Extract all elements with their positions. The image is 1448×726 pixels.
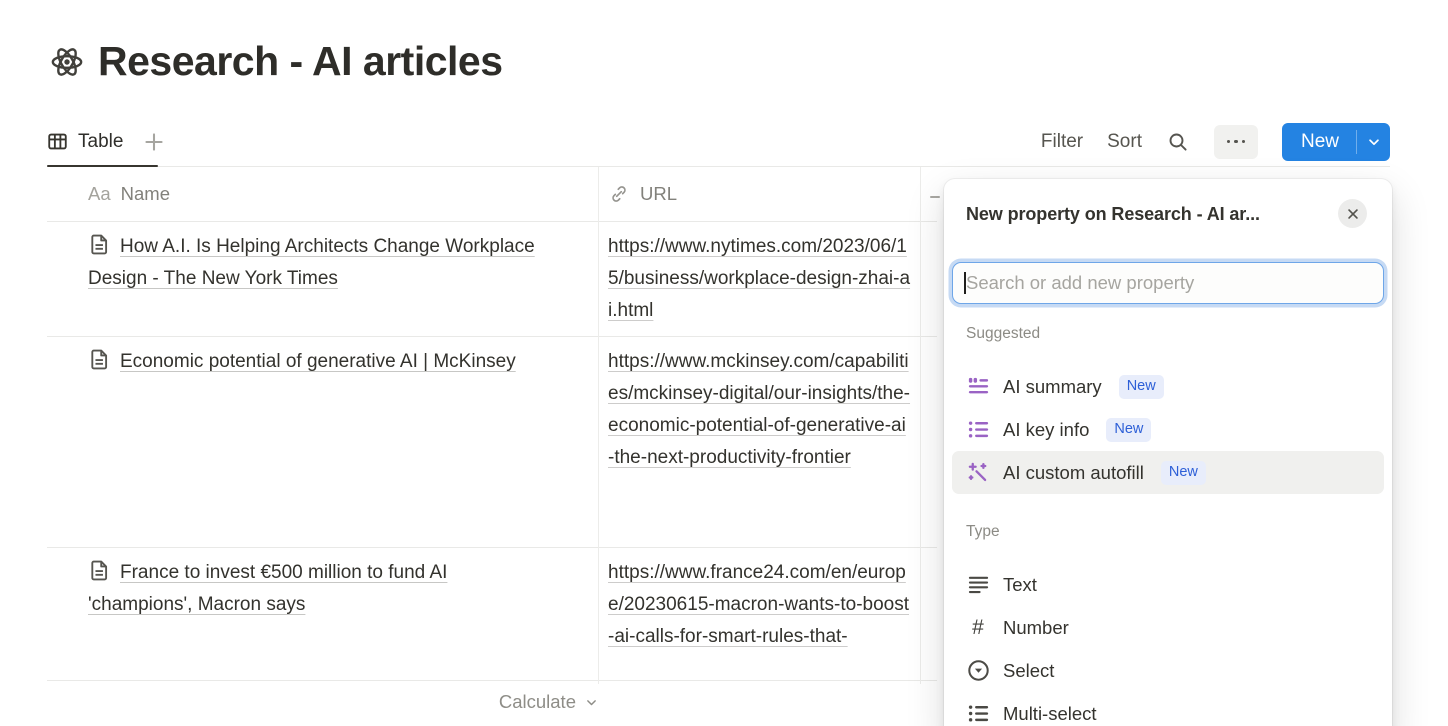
calculate-footer[interactable]: Calculate: [47, 685, 598, 713]
add-view-button[interactable]: [143, 131, 165, 153]
sort-button[interactable]: Sort: [1107, 131, 1142, 153]
calculate-label: Calculate: [499, 691, 576, 713]
ai-summary-icon: [966, 375, 990, 399]
page-icon: [88, 233, 111, 256]
table-row: Economic potential of generative AI | Mc…: [47, 337, 937, 548]
notion-database-page: Research - AI articles Table: [0, 0, 1448, 726]
new-badge: New: [1106, 418, 1151, 442]
text-caret: [964, 272, 966, 294]
dot: [1242, 140, 1246, 144]
page-icon: [88, 559, 111, 582]
url-cell[interactable]: https://www.nytimes.com/2023/06/15/busin…: [598, 222, 920, 336]
table-view-icon: [47, 131, 68, 152]
dot: [1227, 140, 1231, 144]
filter-button[interactable]: Filter: [1041, 131, 1083, 153]
menu-item-label: Text: [1003, 574, 1037, 596]
ai-custom-autofill-icon: [966, 461, 990, 485]
dot: [1234, 140, 1238, 144]
column-divider[interactable]: [920, 167, 921, 684]
page-header: Research - AI articles: [50, 38, 503, 85]
page-icon: [88, 348, 111, 371]
url-cell[interactable]: https://www.mckinsey.com/capabilities/mc…: [598, 337, 920, 547]
text-icon: [966, 573, 990, 597]
ai-key-info-icon: [966, 418, 990, 442]
menu-item-ai-key-info[interactable]: AI key info New: [952, 408, 1384, 451]
section-label-suggested: Suggested: [944, 324, 1392, 343]
popup-title: New property on Research - AI ar...: [966, 199, 1260, 226]
column-divider[interactable]: [598, 167, 599, 684]
property-search-input[interactable]: [952, 262, 1384, 304]
menu-item-number[interactable]: # Number: [952, 606, 1384, 649]
menu-item-ai-summary[interactable]: AI summary New: [952, 365, 1384, 408]
menu-item-label: Number: [1003, 617, 1069, 639]
page-link[interactable]: Economic potential of generative AI | Mc…: [120, 351, 516, 372]
number-icon: #: [966, 616, 990, 640]
close-icon[interactable]: [1338, 199, 1367, 228]
table-header-row: Aa Name URL: [47, 167, 937, 222]
new-dropdown-chevron-icon[interactable]: [1357, 123, 1390, 161]
column-url-label: URL: [640, 183, 677, 205]
menu-item-label: Multi-select: [1003, 703, 1097, 725]
link-icon: [608, 183, 630, 205]
page-link[interactable]: How A.I. Is Helping Architects Change Wo…: [88, 236, 535, 289]
section-label-type: Type: [944, 522, 1392, 541]
menu-item-label: AI key info: [1003, 419, 1089, 441]
table-row: France to invest €500 million to fund AI…: [47, 548, 937, 681]
menu-item-text[interactable]: Text: [952, 563, 1384, 606]
view-toolbar: Table Filter Sort Ne: [47, 117, 1390, 167]
url-cell[interactable]: https://www.france24.com/en/europe/20230…: [598, 548, 920, 680]
table-row: How A.I. Is Helping Architects Change Wo…: [47, 222, 937, 337]
column-name-label: Name: [121, 183, 170, 205]
search-icon[interactable]: [1166, 130, 1190, 154]
tab-table-view[interactable]: Table: [47, 117, 123, 166]
more-options-button[interactable]: [1214, 125, 1258, 159]
add-column-icon[interactable]: [930, 196, 940, 198]
select-icon: [966, 659, 990, 683]
menu-item-label: AI custom autofill: [1003, 462, 1144, 484]
name-cell[interactable]: Economic potential of generative AI | Mc…: [47, 337, 598, 547]
column-header-url[interactable]: URL: [598, 183, 920, 205]
new-badge: New: [1119, 375, 1164, 399]
name-cell[interactable]: France to invest €500 million to fund AI…: [47, 548, 598, 680]
name-cell[interactable]: How A.I. Is Helping Architects Change Wo…: [47, 222, 598, 336]
multi-select-icon: [966, 702, 990, 726]
page-title: Research - AI articles: [98, 38, 503, 85]
menu-item-multi-select[interactable]: Multi-select: [952, 692, 1384, 726]
new-button-group: New: [1282, 123, 1390, 161]
database-table: Aa Name URL: [47, 167, 937, 681]
title-property-icon: Aa: [88, 183, 111, 205]
type-menu: Text # Number Select: [944, 541, 1392, 726]
new-property-popup: New property on Research - AI ar... Sugg…: [944, 179, 1392, 726]
column-header-name[interactable]: Aa Name: [47, 183, 598, 205]
new-button[interactable]: New: [1282, 123, 1356, 161]
chevron-down-icon: [585, 696, 598, 709]
menu-item-label: Select: [1003, 660, 1054, 682]
menu-item-ai-custom-autofill[interactable]: AI custom autofill New: [952, 451, 1384, 494]
page-link[interactable]: France to invest €500 million to fund AI…: [88, 562, 447, 615]
menu-item-label: AI summary: [1003, 376, 1102, 398]
menu-item-select[interactable]: Select: [952, 649, 1384, 692]
tab-table-label: Table: [78, 131, 123, 153]
suggested-menu: AI summary New AI key info New: [944, 343, 1392, 494]
new-badge: New: [1161, 461, 1206, 485]
atom-page-icon[interactable]: [50, 45, 84, 79]
